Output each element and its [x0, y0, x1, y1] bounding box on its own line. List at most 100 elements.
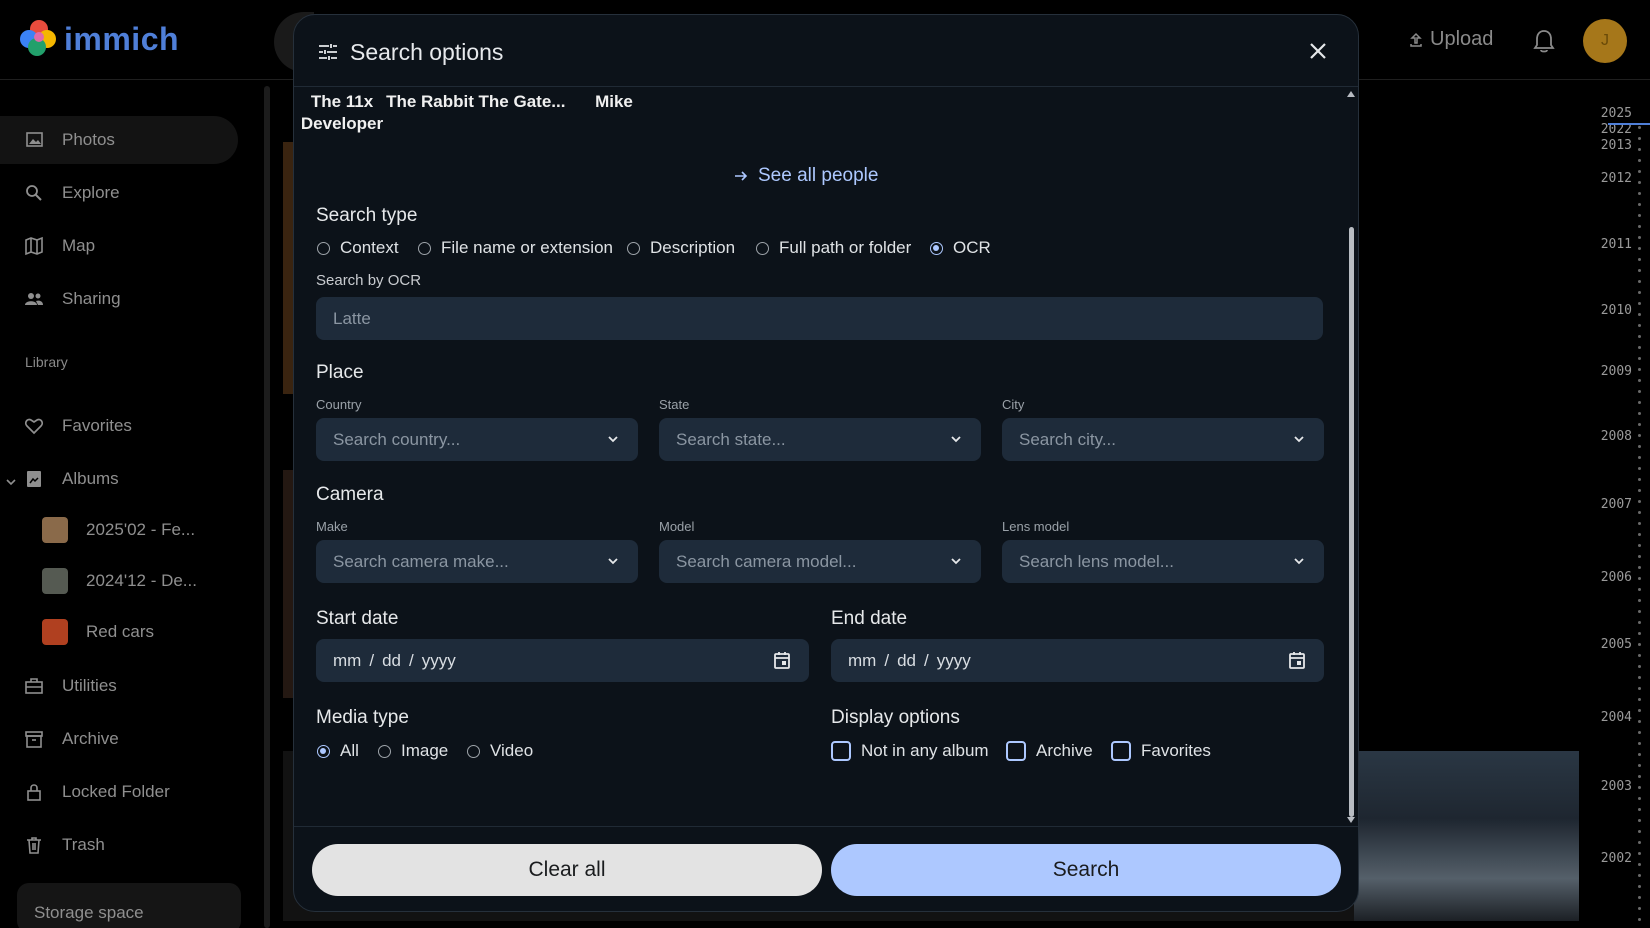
timeline-year-label[interactable]: 2013: [1601, 138, 1632, 153]
make-label: Make: [316, 519, 348, 534]
state-select[interactable]: Search state...: [659, 418, 981, 461]
timeline-year-label[interactable]: 2002: [1601, 851, 1632, 866]
country-label: Country: [316, 397, 362, 412]
country-placeholder: Search country...: [333, 429, 461, 449]
timeline-tick: [1638, 533, 1641, 536]
timeline-tick: [1638, 918, 1641, 921]
timeline-year-label[interactable]: 2007: [1601, 497, 1632, 512]
dialog-header: Search options: [294, 15, 1358, 87]
sidebar-album-item[interactable]: 2025'02 - Fe...: [0, 506, 238, 554]
sidebar-item-label: Sharing: [62, 289, 121, 308]
person-item[interactable]: The Gate...: [476, 91, 568, 113]
search-button[interactable]: Search: [831, 844, 1341, 896]
see-all-people-link[interactable]: See all people: [734, 165, 878, 187]
camera-model-select[interactable]: Search camera model...: [659, 540, 981, 583]
radio-full-path[interactable]: Full path or folder: [756, 238, 911, 258]
close-button[interactable]: [1306, 39, 1330, 63]
timeline-scrubber[interactable]: 2025 2022 2013 2012 2011 2010 2009 2008 2007 2006…: [1590, 100, 1650, 921]
sidebar-item-trash[interactable]: Trash: [0, 821, 238, 869]
timeline-tick: [1638, 874, 1641, 877]
radio-label: Full path or folder: [779, 238, 912, 257]
calendar-icon[interactable]: [772, 650, 792, 670]
camera-make-select[interactable]: Search camera make...: [316, 540, 638, 583]
timeline-year-label[interactable]: 2006: [1601, 570, 1632, 585]
scroll-up-arrow[interactable]: [1347, 91, 1355, 97]
checkbox-not-in-album[interactable]: Not in any album: [831, 741, 989, 761]
calendar-icon[interactable]: [1287, 650, 1307, 670]
dialog-scrollbar-thumb[interactable]: [1349, 227, 1354, 817]
sidebar-album-item[interactable]: Red cars: [0, 608, 238, 656]
radio-file-name[interactable]: File name or extension: [418, 238, 613, 258]
storage-space-panel[interactable]: Storage space: [17, 883, 241, 928]
sidebar-item-archive[interactable]: Archive: [0, 715, 238, 763]
country-select[interactable]: Search country...: [316, 418, 638, 461]
timeline-year-label[interactable]: 2008: [1601, 429, 1632, 444]
person-item[interactable]: The 11x Developer: [296, 91, 388, 135]
date-separator: /: [369, 650, 375, 670]
person-item[interactable]: Mike: [568, 91, 660, 113]
end-date-input[interactable]: mm / dd / yyyy: [831, 639, 1324, 682]
sidebar-scrollbar[interactable]: [264, 86, 270, 928]
checkbox-box: [831, 741, 851, 761]
sidebar-item-albums[interactable]: Albums: [0, 455, 238, 503]
avatar[interactable]: J: [1583, 19, 1627, 63]
timeline-year-label[interactable]: 2011: [1601, 237, 1632, 252]
person-item[interactable]: The Rabbit: [384, 91, 476, 113]
checkbox-box: [1006, 741, 1026, 761]
radio-indicator: [378, 744, 391, 758]
photo-thumbnail[interactable]: [1354, 751, 1579, 921]
ocr-search-input[interactable]: Latte: [316, 297, 1323, 340]
timeline-tick: [1638, 357, 1641, 360]
clear-all-button[interactable]: Clear all: [312, 844, 822, 896]
sidebar-item-label: Archive: [62, 729, 119, 748]
timeline-tick: [1638, 566, 1641, 569]
sidebar-item-explore[interactable]: Explore: [0, 169, 238, 217]
bell-icon[interactable]: [1532, 28, 1556, 54]
radio-media-image[interactable]: Image: [378, 741, 448, 761]
sidebar-item-photos[interactable]: Photos: [0, 116, 238, 164]
sidebar-item-map[interactable]: Map: [0, 222, 238, 270]
radio-media-video[interactable]: Video: [467, 741, 533, 761]
sidebar-item-favorites[interactable]: Favorites: [0, 402, 238, 450]
checkbox-favorites[interactable]: Favorites: [1111, 741, 1211, 761]
radio-ocr[interactable]: OCR: [930, 238, 991, 258]
timeline-year-label[interactable]: 2010: [1601, 303, 1632, 318]
timeline-tick: [1638, 489, 1641, 492]
timeline-tick: [1638, 456, 1641, 459]
timeline-year-label[interactable]: 2005: [1601, 637, 1632, 652]
sidebar-item-sharing[interactable]: Sharing: [0, 275, 238, 323]
checkbox-label: Favorites: [1141, 741, 1211, 760]
arrow-right-icon: [735, 171, 748, 181]
timeline-tick: [1638, 907, 1641, 910]
chevron-down-icon[interactable]: [6, 472, 16, 492]
timeline-year-label[interactable]: 2003: [1601, 779, 1632, 794]
radio-description[interactable]: Description: [627, 238, 735, 258]
timeline-tick: [1638, 390, 1641, 393]
sidebar-item-locked-folder[interactable]: Locked Folder: [0, 768, 238, 816]
lens-model-select[interactable]: Search lens model...: [1002, 540, 1324, 583]
album-thumbnail: [42, 517, 68, 543]
timeline-year-label[interactable]: 2025: [1601, 106, 1632, 121]
timeline-year-label[interactable]: 2012: [1601, 171, 1632, 186]
sidebar-item-utilities[interactable]: Utilities: [0, 662, 238, 710]
radio-indicator: [627, 241, 640, 255]
radio-media-all[interactable]: All: [317, 741, 359, 761]
library-section-label: Library: [25, 354, 68, 370]
scroll-down-arrow[interactable]: [1347, 817, 1355, 823]
timeline-tick: [1638, 170, 1641, 173]
upload-button[interactable]: Upload: [1408, 28, 1493, 51]
city-select[interactable]: Search city...: [1002, 418, 1324, 461]
see-all-label: See all people: [758, 165, 879, 186]
timeline-year-label[interactable]: 2004: [1601, 710, 1632, 725]
timeline-tick: [1638, 225, 1641, 228]
sidebar-item-label: Photos: [62, 130, 115, 149]
start-date-input[interactable]: mm / dd / yyyy: [316, 639, 809, 682]
album-label: 2025'02 - Fe...: [86, 520, 196, 539]
archive-icon: [24, 729, 44, 749]
radio-context[interactable]: Context: [317, 238, 399, 258]
sidebar-album-item[interactable]: 2024'12 - De...: [0, 557, 238, 605]
timeline-year-label[interactable]: 2009: [1601, 364, 1632, 379]
checkbox-archive[interactable]: Archive: [1006, 741, 1093, 761]
timeline-tick: [1638, 621, 1641, 624]
app-logo[interactable]: immich: [20, 20, 179, 58]
